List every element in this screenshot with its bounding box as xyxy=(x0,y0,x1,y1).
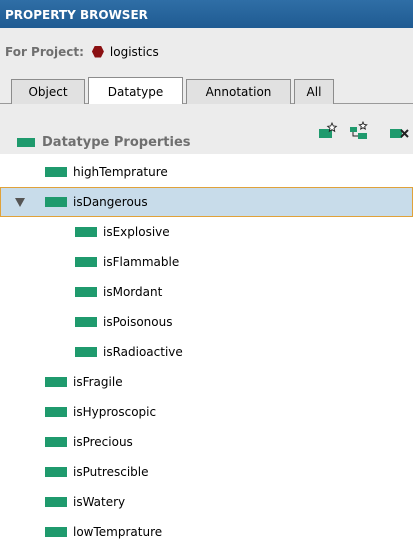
tree-item-label: isWatery xyxy=(73,495,126,509)
tab-label: Object xyxy=(28,85,68,99)
datatype-property-icon xyxy=(75,317,97,327)
tree-item-ishyproscopic[interactable]: isHyproscopic xyxy=(0,397,413,427)
tree-item-isflammable[interactable]: isFlammable xyxy=(0,247,413,277)
datatype-property-icon xyxy=(45,167,67,177)
create-subproperty-icon[interactable] xyxy=(349,121,371,141)
tab-label: Annotation xyxy=(205,85,272,99)
datatype-properties-header: Datatype Properties xyxy=(0,104,413,154)
tab-label: All xyxy=(306,85,322,99)
tree-item-isexplosive[interactable]: isExplosive xyxy=(0,217,413,247)
datatype-property-icon xyxy=(17,138,35,147)
datatype-property-icon xyxy=(45,527,67,537)
panel-title: PROPERTY BROWSER xyxy=(5,8,148,22)
section-title-text: Datatype Properties xyxy=(42,135,191,150)
tree-item-isprecious[interactable]: isPrecious xyxy=(0,427,413,457)
project-label: For Project: xyxy=(5,44,84,59)
datatype-property-icon xyxy=(45,467,67,477)
project-icon xyxy=(91,45,104,58)
tab-label: Datatype xyxy=(107,85,164,99)
datatype-property-icon xyxy=(75,257,97,267)
datatype-property-icon xyxy=(75,287,97,297)
tree-item-isfragile[interactable]: isFragile xyxy=(0,367,413,397)
tree-item-label: isFragile xyxy=(73,375,123,389)
tab-object[interactable]: Object xyxy=(11,79,85,105)
tree-item-hightemprature[interactable]: highTemprature xyxy=(0,157,413,187)
tab-all[interactable]: All xyxy=(294,79,334,105)
delete-property-icon[interactable] xyxy=(389,121,411,141)
tree-item-ismordant[interactable]: isMordant xyxy=(0,277,413,307)
datatype-property-icon xyxy=(75,227,97,237)
tree-item-label: isRadioactive xyxy=(103,345,183,359)
tree-item-label: highTemprature xyxy=(73,165,168,179)
datatype-property-icon xyxy=(75,347,97,357)
tab-datatype[interactable]: Datatype xyxy=(88,77,183,105)
datatype-property-icon xyxy=(45,407,67,417)
tree-item-label: isPutrescible xyxy=(73,465,149,479)
tree-item-label: isPrecious xyxy=(73,435,133,449)
create-property-icon[interactable] xyxy=(318,121,340,141)
tree-item-isdangerous[interactable]: isDangerous xyxy=(0,187,413,217)
tree-item-label: isFlammable xyxy=(103,255,180,269)
tree-item-isputrescible[interactable]: isPutrescible xyxy=(0,457,413,487)
datatype-property-icon xyxy=(45,377,67,387)
tree-item-iswatery[interactable]: isWatery xyxy=(0,487,413,517)
tab-bar: Object Datatype Annotation All xyxy=(0,64,413,105)
tab-annotation[interactable]: Annotation xyxy=(186,79,291,105)
expand-triangle-icon[interactable] xyxy=(15,198,25,207)
panel-title-bar: PROPERTY BROWSER xyxy=(0,0,413,28)
datatype-property-icon xyxy=(45,197,67,207)
tree-item-label: isPoisonous xyxy=(103,315,173,329)
datatype-property-icon xyxy=(45,437,67,447)
tree-item-label: isHyproscopic xyxy=(73,405,157,419)
tree-item-label: lowTemprature xyxy=(73,525,163,539)
project-bar: For Project: logistics xyxy=(0,28,413,64)
tree-item-lowtemprature[interactable]: lowTemprature xyxy=(0,517,413,547)
tree-item-label: isExplosive xyxy=(103,225,170,239)
tree-item-ispoisonous[interactable]: isPoisonous xyxy=(0,307,413,337)
tree-item-label: isMordant xyxy=(103,285,163,299)
tree-item-isradioactive[interactable]: isRadioactive xyxy=(0,337,413,367)
datatype-property-icon xyxy=(45,497,67,507)
section-title: Datatype Properties xyxy=(17,135,191,150)
project-name: logistics xyxy=(109,44,159,59)
property-tree: highTemprature isDangerous isExplosive i… xyxy=(0,154,413,544)
tree-item-label: isDangerous xyxy=(73,195,148,209)
